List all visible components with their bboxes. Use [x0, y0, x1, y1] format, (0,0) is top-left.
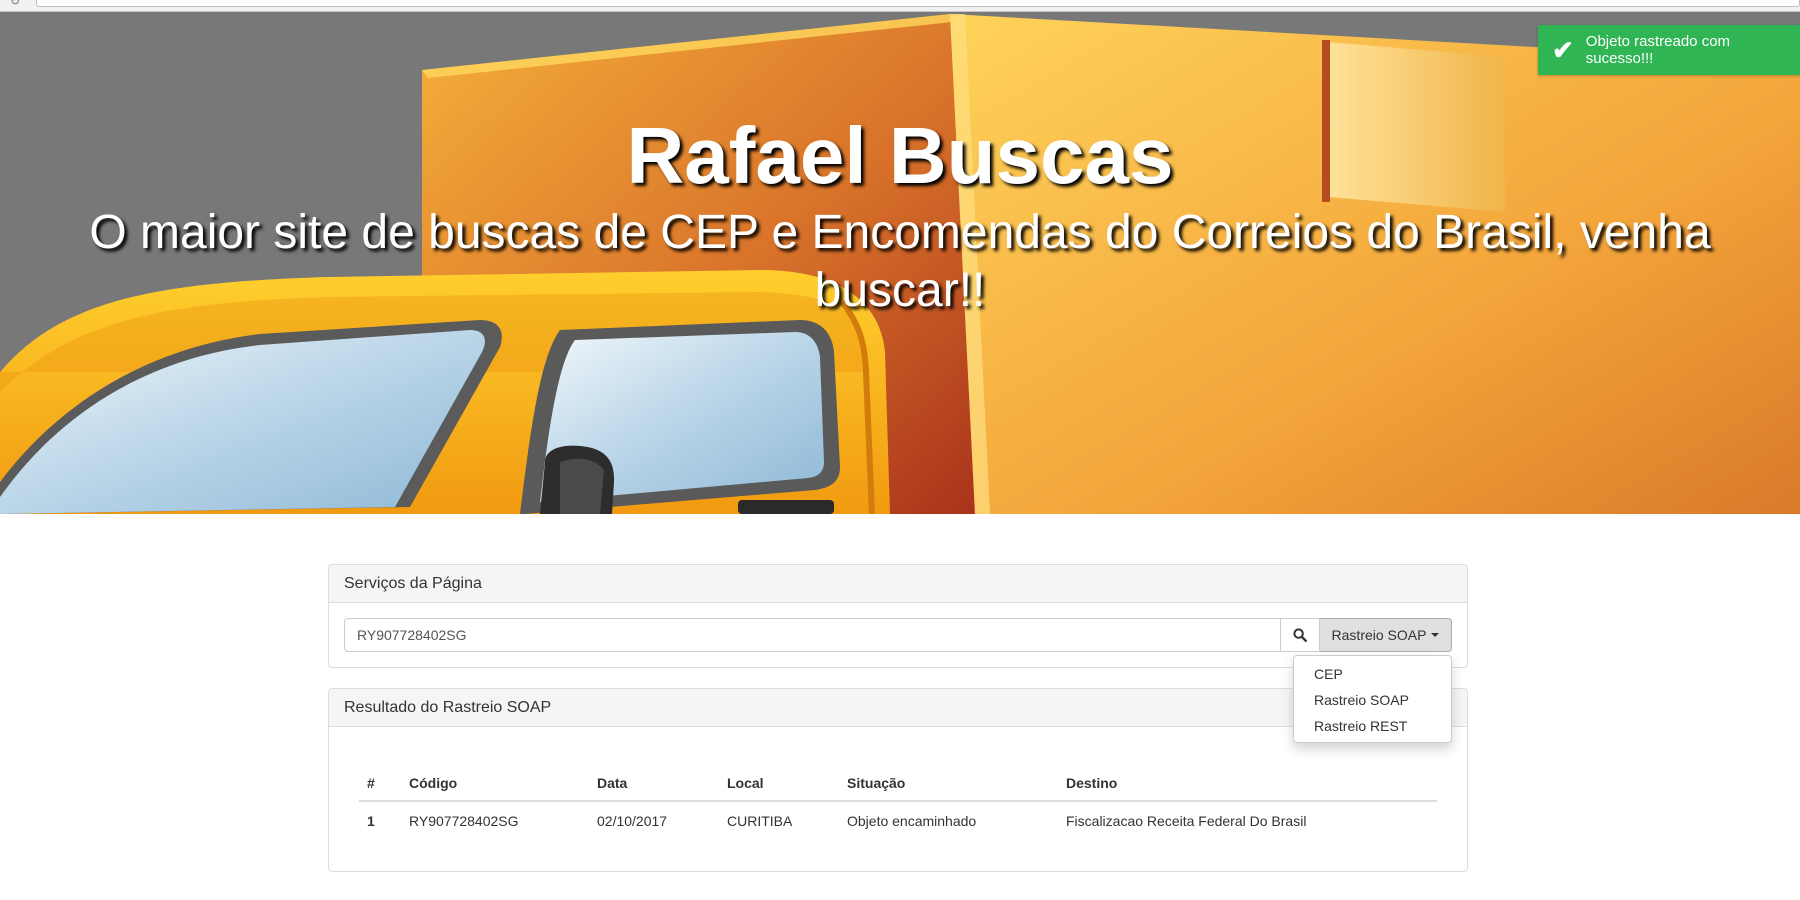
row-number: 1	[367, 812, 375, 829]
service-dropdown-label: Rastreio SOAP	[1331, 627, 1427, 643]
search-icon	[1293, 628, 1307, 642]
caret-down-icon	[1431, 633, 1440, 637]
search-button[interactable]	[1281, 618, 1320, 652]
services-panel: Serviços da Página Rastreio SOAP	[328, 564, 1468, 668]
column-header-codigo: Código	[401, 765, 589, 802]
search-group: Rastreio SOAP	[344, 618, 1452, 652]
address-bar[interactable]	[36, 0, 1800, 7]
row-data: 02/10/2017	[597, 812, 668, 829]
menu-item-cep[interactable]: CEP	[1294, 661, 1451, 687]
row-codigo: RY907728402SG	[409, 812, 519, 829]
table-row: 1 RY907728402SG 02/10/2017 CURITIBA Obje…	[359, 801, 1437, 839]
column-header-destino: Destino	[1058, 765, 1437, 802]
browser-toolbar: ↻	[0, 0, 1800, 12]
column-header-data: Data	[589, 765, 719, 802]
toast-message: Objeto rastreado com sucesso!!!	[1585, 33, 1731, 67]
reload-icon[interactable]: ↻	[10, 0, 20, 8]
service-dropdown-button[interactable]: Rastreio SOAP	[1320, 618, 1452, 652]
column-header-local: Local	[719, 765, 839, 802]
services-panel-heading: Serviços da Página	[329, 565, 1467, 603]
column-header-number: #	[359, 765, 401, 802]
hero-title: Rafael Buscas	[626, 111, 1174, 200]
success-toast[interactable]: ✔ Objeto rastreado com sucesso!!!	[1538, 25, 1800, 75]
row-destino: Fiscalizacao Receita Federal Do Brasil	[1066, 812, 1307, 829]
table-header-row: # Código Data Local Situação Destino	[359, 765, 1437, 802]
tracking-code-input[interactable]	[344, 618, 1281, 652]
hero-subtitle: O maior site de buscas de CEP e Encomend…	[89, 206, 1711, 317]
menu-item-rastreio-soap[interactable]: Rastreio SOAP	[1294, 687, 1451, 713]
check-icon: ✔	[1552, 35, 1574, 65]
column-header-situacao: Situação	[839, 765, 1058, 802]
hero-banner: Rafael Buscas O maior site de buscas de …	[0, 12, 1800, 514]
row-situacao: Objeto encaminhado	[847, 812, 977, 829]
row-local: CURITIBA	[727, 812, 793, 829]
menu-item-rastreio-rest[interactable]: Rastreio REST	[1294, 713, 1451, 739]
results-table: # Código Data Local Situação Destino 1 R…	[359, 765, 1437, 839]
service-dropdown-menu: CEP Rastreio SOAP Rastreio REST	[1293, 655, 1452, 743]
